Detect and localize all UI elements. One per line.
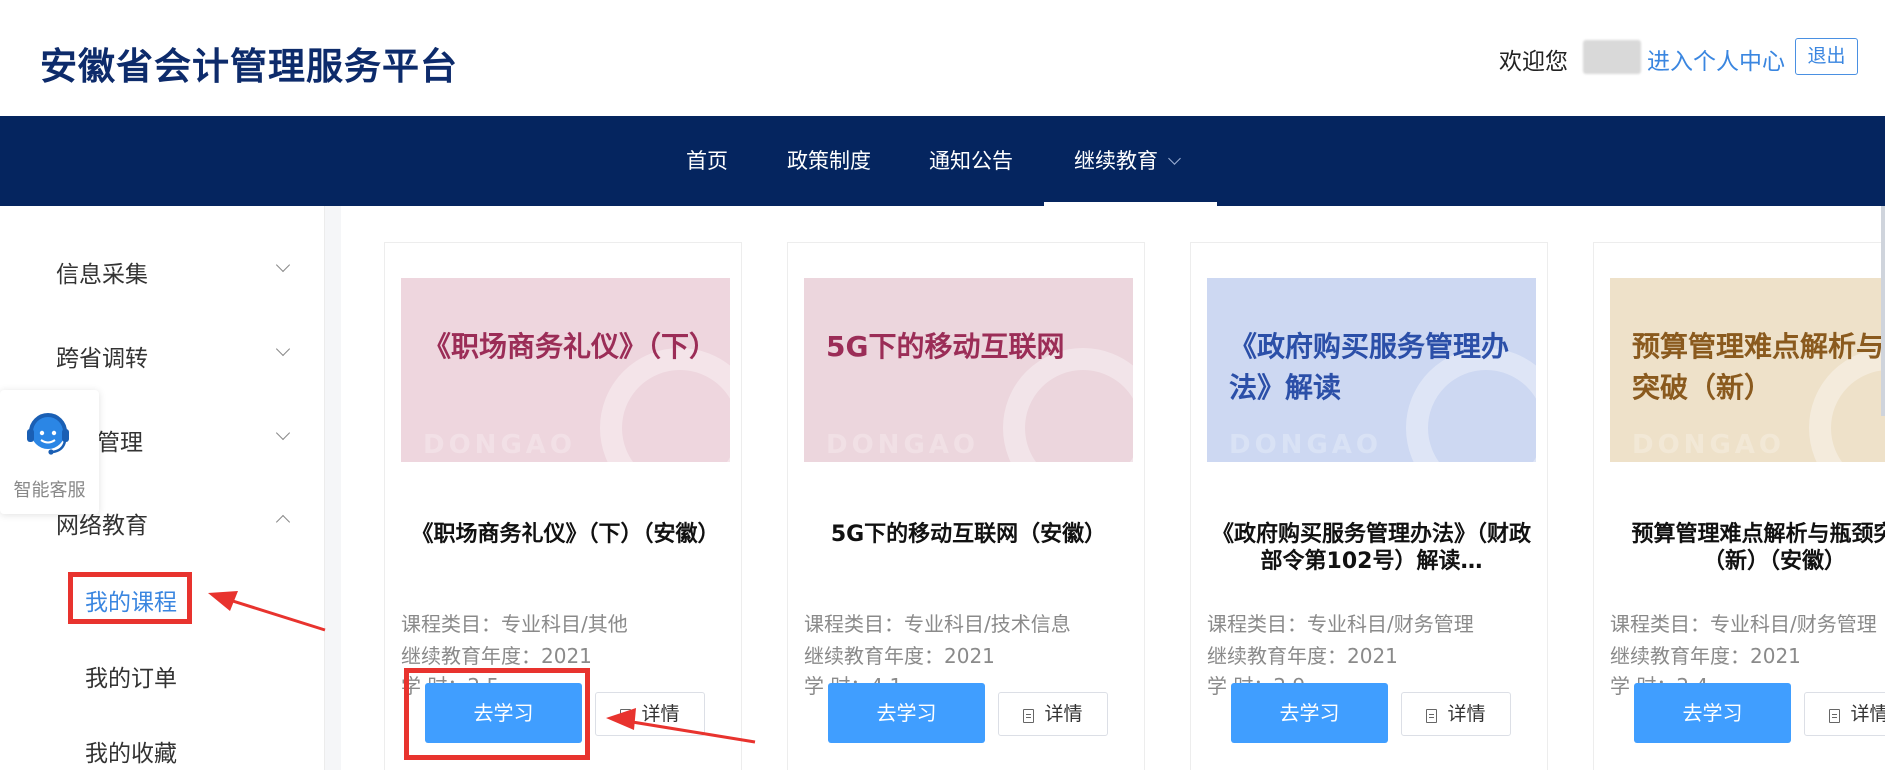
course-title[interactable]: 5G下的移动互联网（安徽） [804,521,1133,575]
course-thumb-title: 《政府购买服务管理办法》解读 [1229,330,1510,404]
course-thumb-title: 预算管理难点解析与瓶颈突破（新） [1632,330,1885,404]
nav-item-continuing-education[interactable]: 继续教育 [1074,116,1181,206]
sidebar-item-my-favorites[interactable]: 我的收藏 [85,734,177,768]
course-thumb-title: 《职场商务礼仪》（下） [423,330,718,363]
course-category: 课程类目：专业科目/其他 [401,612,628,636]
detail-button[interactable]: 详情 [1804,692,1885,736]
chevron-down-icon[interactable] [275,341,291,357]
chevron-down-icon [1168,152,1181,165]
course-thumb-title: 5G下的移动互联网 [826,330,1065,363]
thumb-watermark: DONGAO [423,430,577,460]
course-title[interactable]: 《职场商务礼仪》（下）（安徽） [401,521,730,575]
sidebar-group-label: 管理 [97,430,143,456]
go-study-button[interactable]: 去学习 [1231,683,1388,743]
annotation-arrow-icon [606,708,756,744]
course-card: 《政府购买服务管理办法》解读 DONGAO 《政府购买服务管理办法》（财政部令第… [1190,242,1548,770]
site-title[interactable]: 安徽省会计管理服务平台 [40,36,458,90]
course-title[interactable]: 预算管理难点解析与瓶颈突破（新）（安徽） [1610,521,1885,575]
course-thumbnail[interactable]: 《政府购买服务管理办法》解读 DONGAO [1207,278,1536,462]
course-thumbnail[interactable]: 预算管理难点解析与瓶颈突破（新） DONGAO [1610,278,1885,462]
thumb-watermark: DONGAO [1229,430,1383,460]
detail-button-label: 详情 [1447,703,1486,725]
nav-item-notices[interactable]: 通知公告 [929,116,1013,206]
go-study-button[interactable]: 去学习 [1634,683,1791,743]
sidebar-item-my-orders[interactable]: 我的订单 [85,659,177,693]
sidebar-group-label: 网络教育 [56,513,148,539]
nav-item-policy[interactable]: 政策制度 [787,116,871,206]
customer-service-label: 智能客服 [13,480,86,501]
document-icon [1426,708,1438,723]
sidebar-divider [325,206,341,770]
scrollbar[interactable] [1881,206,1885,416]
thumb-watermark: DONGAO [826,430,980,460]
course-title[interactable]: 《政府购买服务管理办法》（财政部令第102号）解读… [1207,521,1536,575]
page: 安徽省会计管理服务平台 欢迎您 进入个人中心 退出 首页 政策制度 通知公告 继… [0,0,1885,770]
sidebar-group-transfer[interactable]: 跨省调转 [56,339,148,373]
logout-button[interactable]: 退出 [1795,38,1858,75]
sidebar-group-label: 信息采集 [56,262,148,288]
annotation-box-my-courses [68,572,192,624]
personal-center-link[interactable]: 进入个人中心 [1647,42,1785,76]
course-year: 继续教育年度：2021 [804,644,995,668]
chevron-up-icon[interactable] [275,514,291,530]
thumb-watermark: DONGAO [1632,430,1786,460]
annotation-arrow-icon [208,591,326,632]
course-category: 课程类目：专业科目/财务管理 [1610,612,1877,636]
course-category: 课程类目：专业科目/技术信息 [804,612,1071,636]
nav-item-label: 通知公告 [929,149,1013,173]
detail-button[interactable]: 详情 [1401,692,1511,736]
sidebar-group-info-collection[interactable]: 信息采集 [56,255,148,289]
header: 安徽省会计管理服务平台 欢迎您 进入个人中心 退出 [0,0,1885,116]
detail-button-label: 详情 [1044,703,1083,725]
course-category: 课程类目：专业科目/财务管理 [1207,612,1474,636]
welcome-text: 欢迎您 [1499,49,1568,75]
user-area: 欢迎您 进入个人中心 退出 [1455,38,1885,78]
course-thumbnail[interactable]: 5G下的移动互联网 DONGAO [804,278,1133,462]
sidebar-group-label: 跨省调转 [56,346,148,372]
nav-item-label: 首页 [686,149,728,173]
course-year: 继续教育年度：2021 [1610,644,1801,668]
course-year: 继续教育年度：2021 [1207,644,1398,668]
headset-icon [27,413,69,455]
nav-item-label: 政策制度 [787,149,871,173]
customer-service-widget[interactable]: 智能客服 [0,390,99,514]
nav-item-label: 继续教育 [1074,149,1158,173]
document-icon [1829,708,1841,723]
go-study-button[interactable]: 去学习 [828,683,985,743]
course-card: 预算管理难点解析与瓶颈突破（新） DONGAO 预算管理难点解析与瓶颈突破（新）… [1593,242,1885,770]
nav-item-home[interactable]: 首页 [686,116,728,206]
detail-button[interactable]: 详情 [998,692,1108,736]
detail-button-label: 详情 [1850,703,1885,725]
chevron-down-icon[interactable] [275,425,291,441]
sidebar-group-management[interactable]: 管理 [97,423,143,457]
username-redacted [1583,40,1641,74]
main-nav: 首页 政策制度 通知公告 继续教育 [0,116,1885,206]
annotation-box-go-study [404,668,590,760]
chevron-down-icon[interactable] [275,257,291,273]
document-icon [1023,708,1035,723]
course-year: 继续教育年度：2021 [401,644,592,668]
course-card: 5G下的移动互联网 DONGAO 5G下的移动互联网（安徽） 课程类目：专业科目… [787,242,1145,770]
course-thumbnail[interactable]: 《职场商务礼仪》（下） DONGAO [401,278,730,462]
